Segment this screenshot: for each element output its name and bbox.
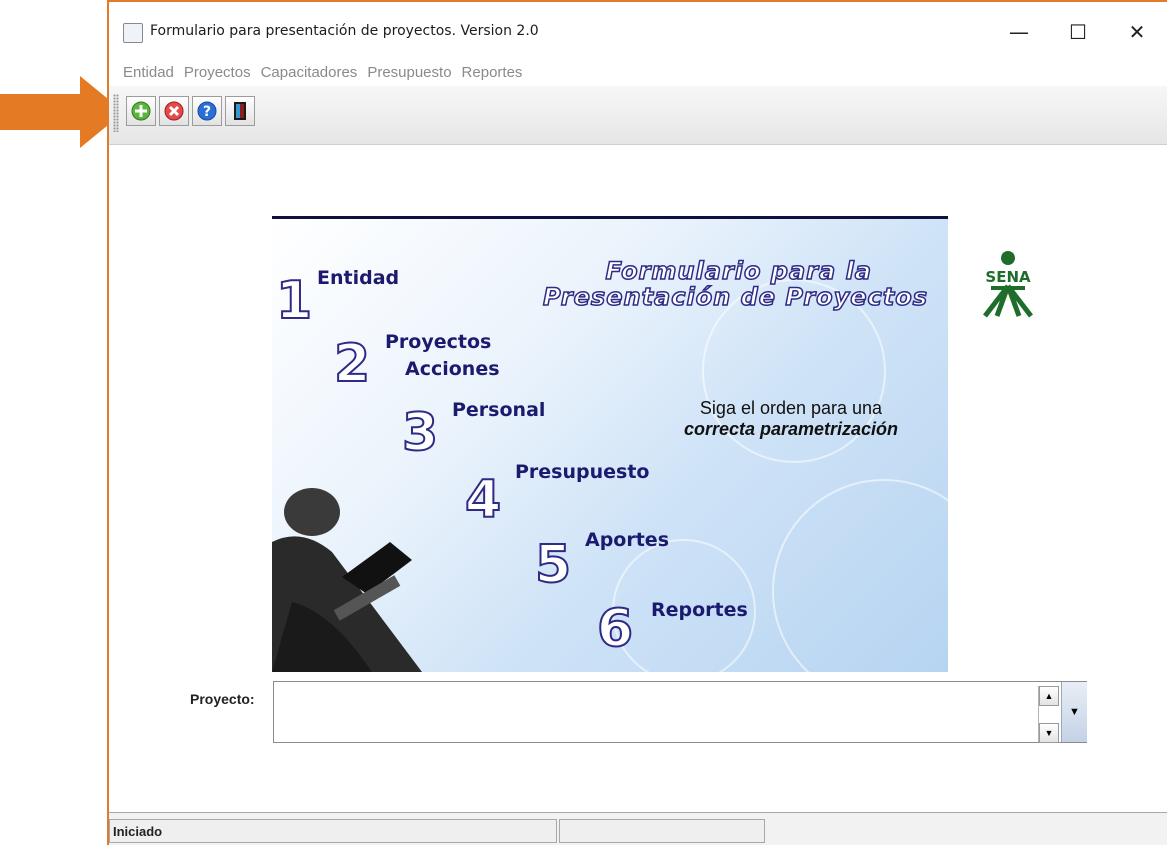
- step-label-aportes: Aportes: [585, 529, 670, 551]
- banner-title-line1: Formulario para la: [605, 256, 872, 286]
- menu-capacitadores[interactable]: Capacitadores: [257, 64, 362, 81]
- banner-title-line2: Presentación de Proyectos: [542, 282, 928, 312]
- step-label-acciones: Acciones: [405, 358, 500, 380]
- chevron-down-icon: ▼: [1069, 706, 1080, 718]
- menu-entidad[interactable]: Entidad: [119, 64, 178, 81]
- sena-logo: SENA: [983, 251, 1033, 318]
- order-hint: Siga el orden para una correcta parametr…: [656, 398, 926, 440]
- toolbar: ?: [109, 86, 1167, 145]
- exit-button[interactable]: [225, 96, 255, 126]
- proyecto-scrollbar[interactable]: ▲ ▼: [1038, 686, 1059, 743]
- step-label-proyectos: Proyectos: [385, 331, 492, 353]
- step-number-6: 6: [596, 599, 634, 659]
- pointer-arrow-icon: [0, 76, 124, 148]
- new-button[interactable]: [126, 96, 156, 126]
- menu-proyectos[interactable]: Proyectos: [180, 64, 255, 81]
- java-app-icon: [123, 23, 143, 43]
- help-icon: ?: [197, 101, 217, 121]
- main-content: Formulario para la Presentación de Proye…: [109, 145, 1167, 813]
- status-cell-3: [767, 819, 1165, 843]
- proyecto-combobox[interactable]: [273, 681, 1087, 743]
- puzzle-decoration: [772, 479, 948, 672]
- step-number-5: 5: [534, 535, 572, 595]
- toolbar-grip[interactable]: [113, 94, 119, 132]
- exit-door-icon: [234, 102, 246, 120]
- window-title: Formulario para presentación de proyecto…: [150, 23, 539, 39]
- app-window: Formulario para presentación de proyecto…: [107, 0, 1167, 845]
- person-with-laptop-image: [272, 488, 422, 672]
- step-number-2: 2: [333, 334, 371, 394]
- menu-bar: Entidad Proyectos Capacitadores Presupue…: [109, 60, 1167, 84]
- step-label-presupuesto: Presupuesto: [515, 461, 650, 483]
- svg-text:?: ?: [203, 104, 211, 120]
- status-bar: Iniciado: [109, 812, 1167, 845]
- close-button[interactable]: ✕: [1114, 12, 1160, 52]
- add-icon: [131, 101, 151, 121]
- maximize-button[interactable]: ☐: [1055, 12, 1101, 52]
- status-cell-2: [559, 819, 765, 843]
- welcome-banner: Formulario para la Presentación de Proye…: [272, 216, 948, 672]
- step-label-reportes: Reportes: [651, 599, 748, 621]
- hint-line2: correcta parametrización: [683, 419, 899, 439]
- delete-button[interactable]: [159, 96, 189, 126]
- delete-icon: [164, 101, 184, 121]
- help-button[interactable]: ?: [192, 96, 222, 126]
- step-label-personal: Personal: [452, 399, 546, 421]
- status-text: Iniciado: [109, 819, 557, 843]
- svg-text:SENA: SENA: [985, 268, 1031, 286]
- menu-reportes[interactable]: Reportes: [458, 64, 527, 81]
- scroll-up-button[interactable]: ▲: [1039, 686, 1059, 706]
- step-number-3: 3: [401, 403, 439, 463]
- title-bar: Formulario para presentación de proyecto…: [109, 2, 1167, 60]
- scroll-down-button[interactable]: ▼: [1039, 723, 1059, 743]
- hint-line1: Siga el orden para una: [699, 398, 883, 418]
- step-label-entidad: Entidad: [317, 267, 400, 289]
- proyecto-label: Proyecto:: [190, 691, 255, 707]
- minimize-button[interactable]: —: [996, 12, 1042, 52]
- step-number-1: 1: [275, 271, 313, 331]
- proyecto-dropdown-button[interactable]: ▼: [1061, 682, 1087, 742]
- menu-presupuesto[interactable]: Presupuesto: [363, 64, 455, 81]
- step-number-4: 4: [464, 470, 502, 530]
